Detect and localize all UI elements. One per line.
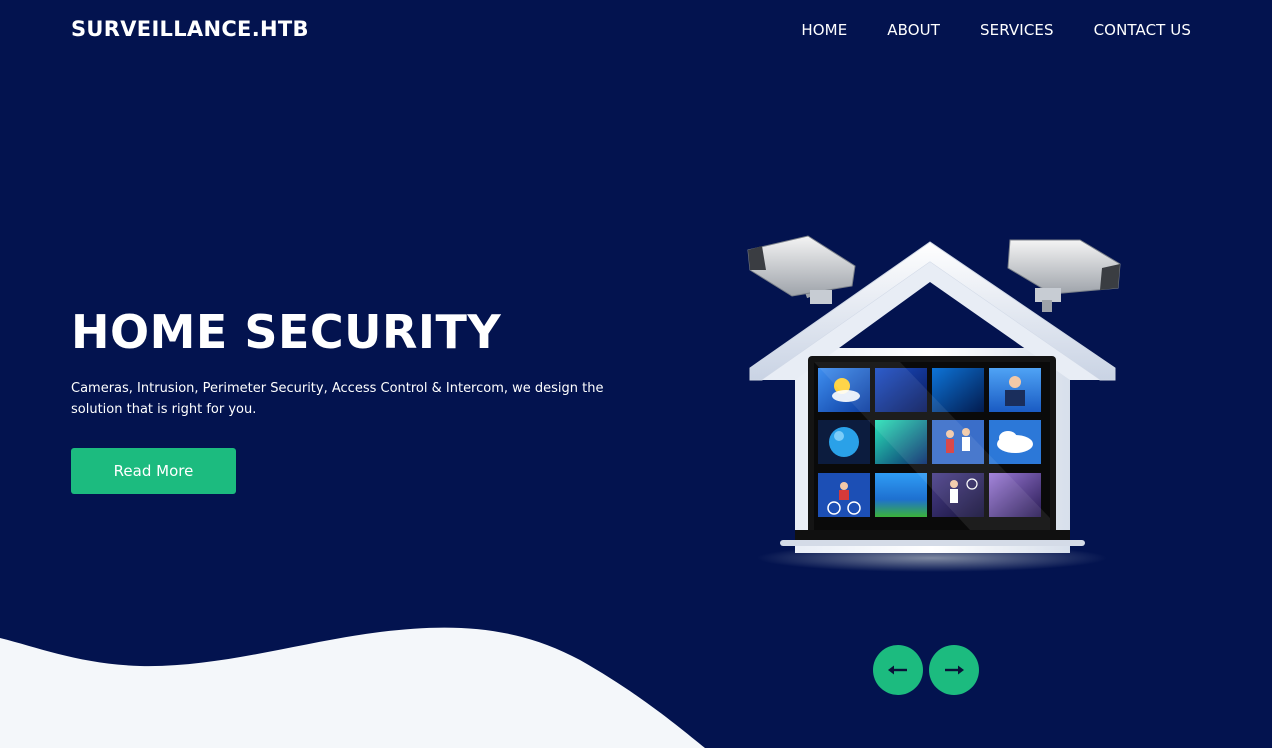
arrow-left-icon — [888, 665, 907, 675]
site-logo[interactable]: SURVEILLANCE.HTB — [71, 17, 309, 41]
hero-wave-divider — [0, 627, 705, 748]
arrow-right-icon — [945, 665, 964, 675]
hero-title: HOME SECURITY — [71, 305, 502, 359]
header: SURVEILLANCE.HTB HOME ABOUT SERVICES CON… — [0, 0, 1272, 62]
carousel-prev-button[interactable] — [873, 645, 923, 695]
camera-left-icon — [747, 235, 856, 304]
nav-about[interactable]: ABOUT — [887, 21, 940, 39]
carousel-next-button[interactable] — [929, 645, 979, 695]
nav-home[interactable]: HOME — [801, 21, 847, 39]
home-security-illustration — [747, 235, 1121, 572]
camera-right-icon — [1007, 239, 1121, 312]
nav-services[interactable]: SERVICES — [980, 21, 1054, 39]
hero-description: Cameras, Intrusion, Perimeter Security, … — [71, 381, 604, 417]
page: SURVEILLANCE.HTB HOME ABOUT SERVICES CON… — [0, 0, 1272, 748]
main-nav: HOME ABOUT SERVICES CONTACT US — [801, 21, 1191, 39]
nav-contact-us[interactable]: CONTACT US — [1094, 21, 1191, 39]
read-more-button[interactable]: Read More — [71, 448, 236, 494]
